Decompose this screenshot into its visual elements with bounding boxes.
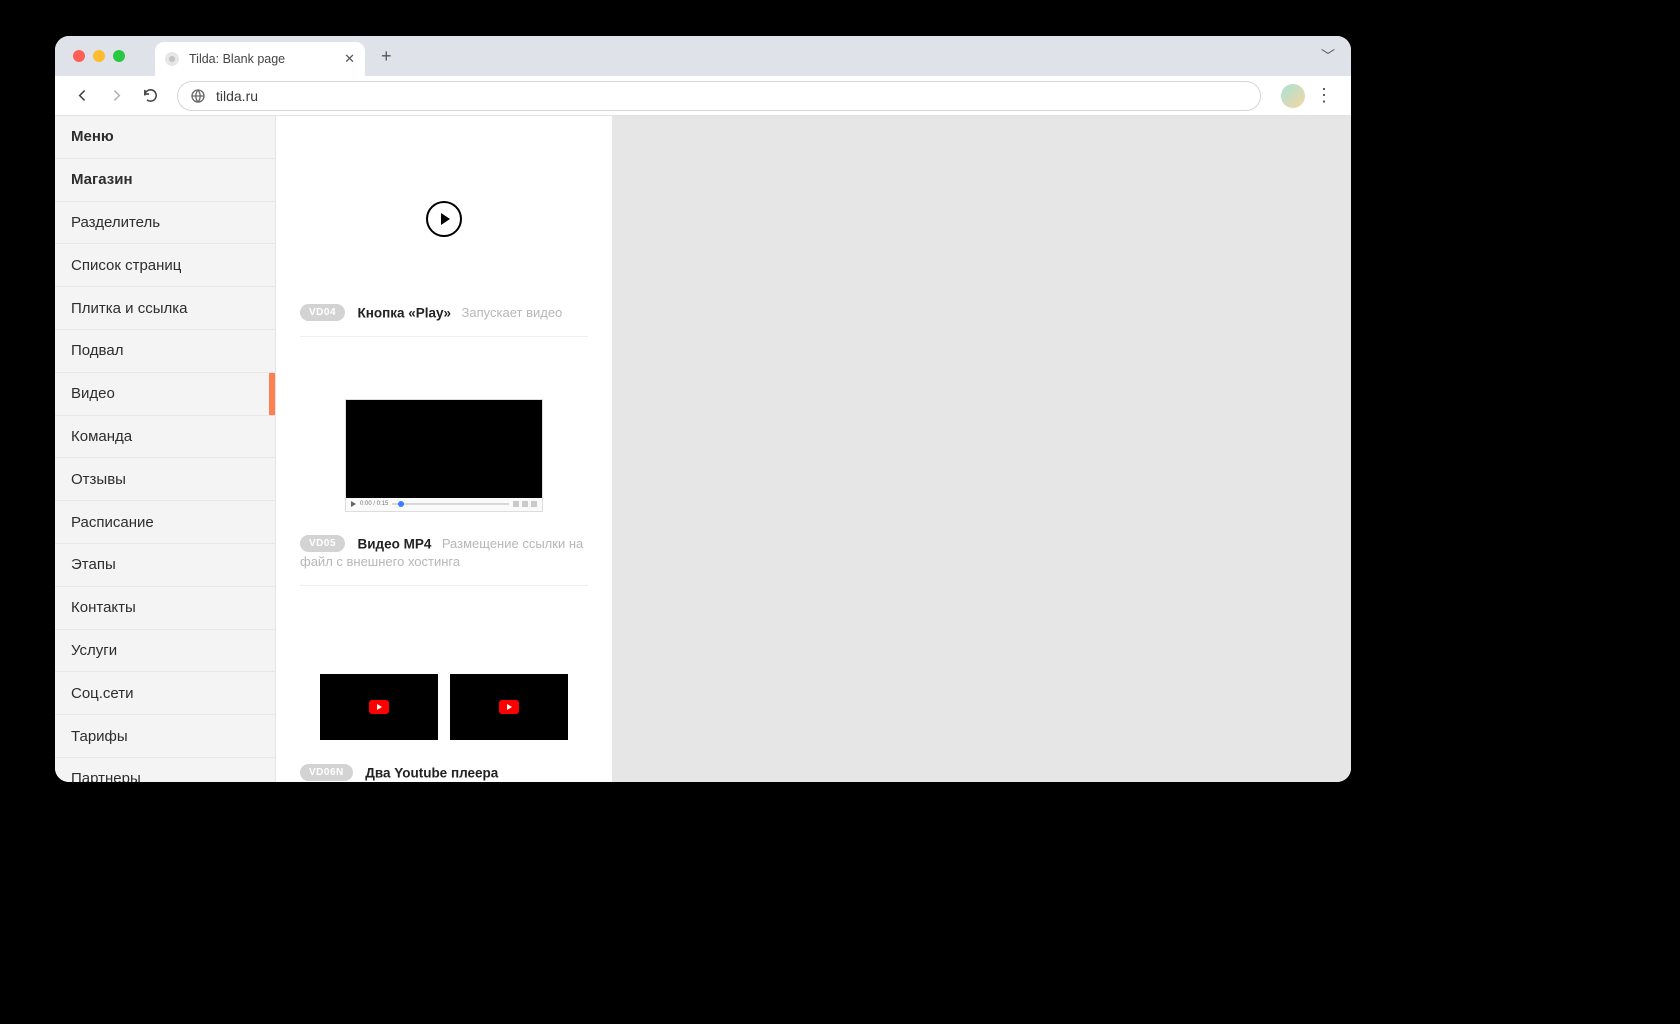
block-preview: 0:00 / 0:15 — [300, 355, 588, 535]
sidebar-item-label: Соц.сети — [71, 685, 134, 702]
sidebar-item-label: Меню — [71, 128, 114, 145]
sidebar-item-label: Тарифы — [71, 728, 128, 745]
sidebar-item-label: Видео — [71, 385, 115, 402]
sidebar-item-label: Плитка и ссылка — [71, 300, 188, 317]
sidebar-item[interactable]: Видео — [55, 373, 275, 416]
sidebar-item[interactable]: Магазин — [55, 159, 275, 202]
sidebar-item[interactable]: Расписание — [55, 501, 275, 544]
sidebar-item[interactable]: Партнеры — [55, 758, 275, 782]
block-description: Запускает видео — [462, 305, 563, 320]
browser-window: Tilda: Blank page ✕ + ﹀ tilda.ru ⋮ — [55, 36, 1351, 782]
youtube-icon — [369, 700, 389, 714]
fullscreen-icon — [513, 501, 519, 507]
profile-avatar[interactable] — [1281, 84, 1305, 108]
new-tab-button[interactable]: + — [375, 46, 398, 67]
sidebar-item-label: Магазин — [71, 171, 133, 188]
play-icon — [351, 501, 356, 507]
block-title: Кнопка «Play» — [357, 305, 451, 320]
address-bar[interactable]: tilda.ru — [177, 81, 1261, 111]
video-screen — [346, 400, 542, 498]
back-button[interactable] — [67, 81, 97, 111]
sidebar-item[interactable]: Соц.сети — [55, 672, 275, 715]
download-icon — [531, 501, 537, 507]
play-icon — [426, 201, 462, 237]
progress-bar — [392, 503, 509, 505]
close-window-icon[interactable] — [73, 50, 85, 62]
sidebar-item[interactable]: Меню — [55, 116, 275, 159]
browser-tab[interactable]: Tilda: Blank page ✕ — [155, 42, 365, 76]
tab-title: Tilda: Blank page — [189, 52, 285, 66]
sidebar-item-label: Список страниц — [71, 257, 181, 274]
sidebar-item[interactable]: Список страниц — [55, 244, 275, 287]
sidebar-item-label: Подвал — [71, 342, 123, 359]
canvas-area — [612, 116, 1351, 782]
tab-strip: Tilda: Blank page ✕ + ﹀ — [55, 36, 1351, 76]
window-controls — [65, 50, 125, 62]
youtube-thumbnail — [450, 674, 568, 740]
sidebar-item-label: Этапы — [71, 556, 116, 573]
tab-favicon-icon — [165, 52, 179, 66]
video-controls-bar: 0:00 / 0:15 — [346, 498, 542, 511]
sidebar-item-label: Команда — [71, 428, 132, 445]
tab-close-icon[interactable]: ✕ — [344, 51, 355, 67]
block-card-vd06n[interactable]: VD06N Два Youtube плеера — [300, 586, 588, 782]
sidebar-item-label: Расписание — [71, 514, 154, 531]
video-time: 0:00 / 0:15 — [360, 501, 388, 507]
volume-icon — [522, 501, 528, 507]
block-preview — [300, 134, 588, 304]
maximize-window-icon[interactable] — [113, 50, 125, 62]
block-card-vd04[interactable]: VD04 Кнопка «Play» Запускает видео — [300, 116, 588, 337]
right-controls — [513, 501, 537, 507]
youtube-icon — [499, 700, 519, 714]
page-content: Меню Магазин Разделитель Список страниц Плит… — [55, 116, 1351, 782]
browser-menu-icon[interactable]: ⋮ — [1309, 85, 1339, 106]
block-code-badge: VD05 — [300, 535, 345, 552]
sidebar-item[interactable]: Разделитель — [55, 202, 275, 245]
sidebar-item[interactable]: Контакты — [55, 587, 275, 630]
sidebar-item[interactable]: Подвал — [55, 330, 275, 373]
sidebar-item[interactable]: Плитка и ссылка — [55, 287, 275, 330]
block-title: Видео MP4 — [357, 536, 431, 551]
minimize-window-icon[interactable] — [93, 50, 105, 62]
block-preview — [300, 604, 588, 764]
sidebar-item-label: Отзывы — [71, 471, 126, 488]
block-card-vd05[interactable]: 0:00 / 0:15 VD05 Видео MP4 Размещение сс… — [300, 337, 588, 586]
block-title: Два Youtube плеера — [365, 765, 498, 780]
sidebar-item[interactable]: Отзывы — [55, 458, 275, 501]
youtube-thumbnail — [320, 674, 438, 740]
block-list-panel: VD04 Кнопка «Play» Запускает видео 0:00 … — [276, 116, 612, 782]
reload-button[interactable] — [135, 81, 165, 111]
sidebar-item-label: Контакты — [71, 599, 136, 616]
sidebar-item[interactable]: Услуги — [55, 630, 275, 673]
browser-toolbar: tilda.ru ⋮ — [55, 76, 1351, 116]
sidebar-item[interactable]: Этапы — [55, 544, 275, 587]
tabs-dropdown-icon[interactable]: ﹀ — [1315, 43, 1341, 69]
forward-button[interactable] — [101, 81, 131, 111]
sidebar-item-label: Разделитель — [71, 214, 160, 231]
site-info-icon — [190, 88, 206, 104]
sidebar-item-label: Услуги — [71, 642, 117, 659]
category-sidebar: Меню Магазин Разделитель Список страниц Плит… — [55, 116, 276, 782]
address-bar-url: tilda.ru — [216, 88, 258, 104]
sidebar-item-label: Партнеры — [71, 770, 141, 782]
sidebar-item[interactable]: Тарифы — [55, 715, 275, 758]
block-code-badge: VD06N — [300, 764, 353, 781]
sidebar-item[interactable]: Команда — [55, 416, 275, 459]
video-player-mockup: 0:00 / 0:15 — [345, 399, 543, 512]
block-code-badge: VD04 — [300, 304, 345, 321]
